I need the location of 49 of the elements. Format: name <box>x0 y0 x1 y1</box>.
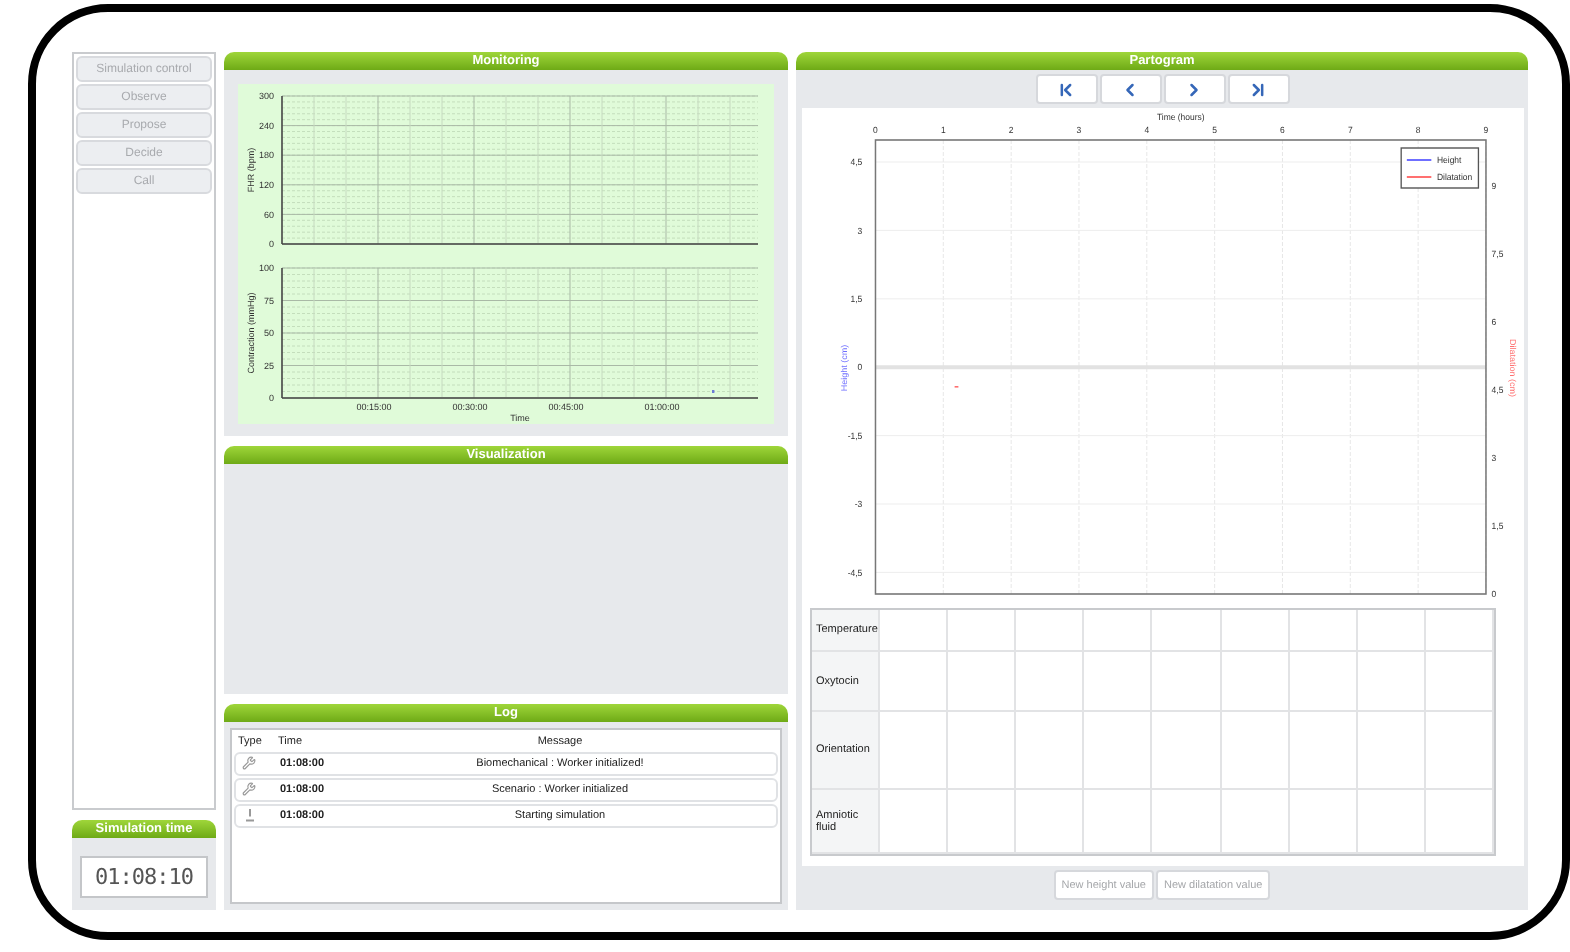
table-cell <box>1289 790 1358 854</box>
chevron-right-icon <box>1184 79 1204 99</box>
table-cell <box>948 610 1017 652</box>
chart-legend <box>1400 147 1480 189</box>
nav-button[interactable] <box>1099 74 1161 104</box>
table-cell <box>1289 652 1358 712</box>
table-cell <box>948 652 1017 712</box>
table-cell <box>1357 790 1426 854</box>
table-cell <box>1221 790 1290 854</box>
table-cell <box>1016 790 1085 854</box>
nav-button[interactable] <box>1035 74 1097 104</box>
table-cell <box>1084 652 1153 712</box>
table-cell <box>1221 712 1290 790</box>
wrench-icon <box>242 781 256 795</box>
table-cell <box>880 610 949 652</box>
table-cell <box>1016 652 1085 712</box>
table-cell <box>1221 610 1290 652</box>
table-cell <box>1425 712 1494 790</box>
table-cell <box>1357 610 1426 652</box>
table-cell <box>948 712 1017 790</box>
nav-button[interactable] <box>1163 74 1225 104</box>
table-cell <box>1221 652 1290 712</box>
table-cell <box>1357 652 1426 712</box>
table-cell <box>1016 712 1085 790</box>
table-cell <box>1289 610 1358 652</box>
table-cell <box>1152 610 1222 652</box>
wrench-icon <box>242 755 256 769</box>
table-cell <box>1084 790 1153 854</box>
skip-end-icon <box>1248 79 1268 99</box>
table-cell <box>1152 652 1222 712</box>
table-cell <box>1425 652 1494 712</box>
nav-button[interactable] <box>1227 74 1289 104</box>
table-cell <box>1357 712 1426 790</box>
chevron-left-icon <box>1120 79 1140 99</box>
table-cell <box>1289 712 1358 790</box>
table-cell <box>1152 790 1222 854</box>
table-cell <box>1084 712 1153 790</box>
table-cell <box>1084 610 1153 652</box>
table-cell <box>948 790 1017 854</box>
skip-start-icon <box>1056 79 1076 99</box>
table-cell <box>1425 790 1494 854</box>
table-cell <box>1152 712 1222 790</box>
exclamation-icon <box>244 807 256 821</box>
table-cell <box>1425 610 1494 652</box>
table-cell <box>880 652 949 712</box>
table-cell <box>880 712 949 790</box>
clock-display: 01:08:10 <box>80 856 208 898</box>
table-cell <box>880 790 949 854</box>
table-cell <box>1016 610 1085 652</box>
